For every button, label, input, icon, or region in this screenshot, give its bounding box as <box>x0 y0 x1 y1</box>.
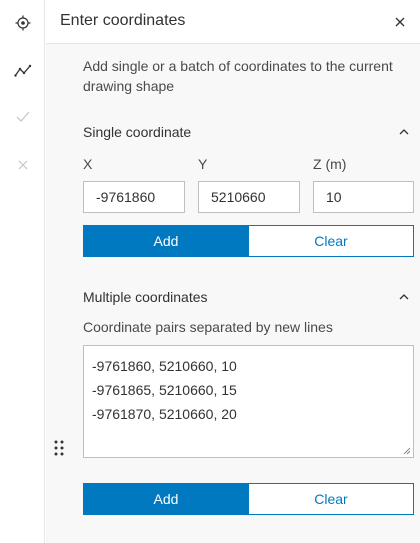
coordinates-textarea[interactable]: -9761860, 5210660, 10 -9761865, 5210660,… <box>83 345 414 458</box>
x-input[interactable]: -9761860 <box>83 181 185 213</box>
add-single-button[interactable]: Add <box>83 225 249 257</box>
multiple-coordinates-actions: Add Clear <box>83 483 414 515</box>
coordinate-line: -9761860, 5210660, 10 <box>92 358 237 374</box>
complete-button[interactable] <box>0 94 45 139</box>
panel-title: Enter coordinates <box>60 12 186 29</box>
y-field-label: Y <box>198 156 208 172</box>
panel-header: Enter coordinates <box>46 0 420 44</box>
close-panel-button[interactable] <box>386 8 414 36</box>
cancel-drawing-button[interactable] <box>0 142 45 187</box>
single-coordinate-collapse-button[interactable] <box>396 124 412 140</box>
drag-handle-icon[interactable] <box>53 439 65 457</box>
locate-button[interactable] <box>0 0 45 45</box>
multiple-coordinates-hint: Coordinate pairs separated by new lines <box>83 319 333 335</box>
polyline-icon <box>13 64 31 77</box>
polyline-button[interactable] <box>0 48 45 93</box>
close-icon <box>18 160 27 169</box>
clear-single-button[interactable]: Clear <box>249 225 414 257</box>
panel-description: Add single or a batch of coordinates to … <box>83 58 393 94</box>
x-field-label: X <box>83 156 93 172</box>
close-icon <box>395 17 405 27</box>
coordinate-line: -9761870, 5210660, 20 <box>92 406 237 422</box>
coordinate-line: -9761865, 5210660, 15 <box>92 382 237 398</box>
multiple-coordinates-title: Multiple coordinates <box>83 289 208 305</box>
single-coordinate-title: Single coordinate <box>83 124 192 140</box>
clear-multiple-button[interactable]: Clear <box>249 483 414 515</box>
resize-grip-icon[interactable] <box>403 447 411 455</box>
locate-icon <box>15 15 30 30</box>
checkmark-icon <box>16 111 29 122</box>
single-coordinate-actions: Add Clear <box>83 225 414 257</box>
z-input[interactable]: 10 <box>313 181 414 213</box>
add-multiple-button[interactable]: Add <box>83 483 249 515</box>
multiple-coordinates-collapse-button[interactable] <box>396 289 412 305</box>
z-field-label: Z (m) <box>313 156 347 172</box>
chevron-up-icon <box>399 129 409 135</box>
chevron-up-icon <box>399 294 409 300</box>
y-input[interactable]: 5210660 <box>198 181 300 213</box>
tool-rail <box>0 0 45 543</box>
